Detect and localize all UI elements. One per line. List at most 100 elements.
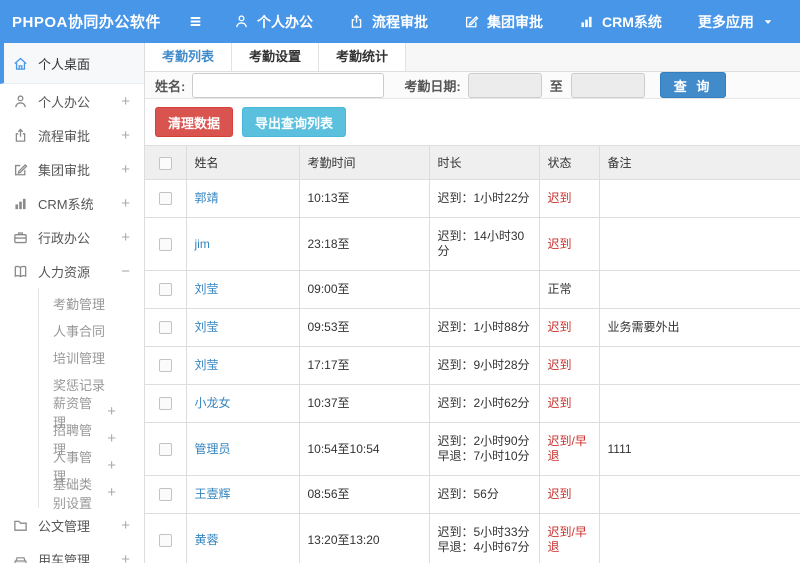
cell-status: 迟到 [538,179,600,218]
expand-icon[interactable]: + [121,93,130,110]
expand-icon[interactable]: + [121,161,130,178]
sidebar-item-label: 行政办公 [38,230,91,246]
expand-icon[interactable]: + [121,517,130,534]
cell-name: jim [185,217,300,271]
employee-name-link[interactable]: 管理员 [195,442,231,456]
name-input[interactable] [192,72,385,98]
employee-name-link[interactable]: 王壹辉 [195,487,231,501]
sidebar-item-personal-office[interactable]: 个人办公 + [0,84,144,118]
row-checkbox[interactable] [158,359,172,373]
row-checkbox[interactable] [158,533,172,547]
row-checkbox[interactable] [158,192,172,206]
nav-item-label: 更多应用 [697,13,754,30]
sidebar-item-document-management[interactable]: 公文管理 + [0,508,144,542]
cell-note [598,513,800,563]
sidebar-item-human-resources[interactable]: 人力资源 − [0,254,144,288]
tab-attendance-settings[interactable]: 考勤设置 [232,43,320,71]
sidebar-item-label: 用车管理 [38,552,91,563]
expand-icon[interactable]: + [121,229,130,246]
employee-name-link[interactable]: 刘莹 [195,320,219,334]
expand-icon[interactable]: + [121,127,130,144]
employee-name-link[interactable]: 黄蓉 [195,533,219,547]
expand-icon[interactable]: + [107,430,116,447]
status-text: 正常 [547,282,572,296]
sidebar-item-label: 人力资源 [38,264,91,280]
cell-duration: 迟到：2小时62分 [428,384,540,423]
export-list-button[interactable]: 导出查询列表 [242,107,347,137]
cell-name: 王壹辉 [185,475,300,514]
employee-name-link[interactable]: 郭靖 [195,191,219,205]
row-checkbox[interactable] [158,442,172,456]
row-checkbox[interactable] [158,237,172,251]
sidebar-subitem-training-management[interactable]: 培训管理 [39,344,144,371]
cell-attendance-time: 10:54至10:54 [298,422,430,476]
cell-checkbox [145,422,187,476]
cell-status: 迟到 [538,346,600,385]
sidebar-item-personal-desktop[interactable]: 个人桌面 [0,43,144,84]
expand-icon[interactable]: + [121,551,130,563]
status-text: 迟到 [547,191,572,205]
date-from-input[interactable] [467,72,542,98]
employee-name-link[interactable]: jim [195,237,210,251]
sidebar-item-vehicle-management[interactable]: 用车管理 + [0,542,144,563]
column-header: 姓名 [185,145,300,180]
sidebar-subitem-personnel-contract[interactable]: 人事合同 [39,317,144,344]
nav-item-crm-system[interactable]: CRM系统 [579,12,662,32]
cell-checkbox [145,270,187,309]
home-icon [13,56,28,71]
row-checkbox[interactable] [158,488,172,502]
expand-icon[interactable]: − [121,263,130,280]
expand-icon[interactable]: + [121,195,130,212]
employee-name-link[interactable]: 刘莹 [195,282,219,296]
nav-item-workflow-approval[interactable]: 流程审批 [349,12,428,32]
cell-name: 刘莹 [185,346,300,385]
cell-attendance-time: 17:17至 [298,346,430,385]
nav-item-group-approval[interactable]: 集团审批 [464,12,543,32]
row-checkbox[interactable] [158,321,172,335]
expand-icon[interactable]: + [107,403,116,420]
nav-item-personal-office[interactable]: 个人办公 [234,12,313,32]
sidebar-item-label: CRM系统 [38,196,94,212]
select-all-header-cell [145,145,187,180]
column-header: 考勤时间 [298,145,430,180]
sidebar-subitem-basic-category-settings[interactable]: 基础类别设置 + [39,477,144,511]
cell-attendance-time: 13:20至13:20 [298,513,430,563]
tab-attendance-list[interactable]: 考勤列表 [145,43,233,71]
query-button[interactable]: 查 询 [659,72,727,98]
sidebar-subitem-attendance-management[interactable]: 考勤管理 [39,290,144,317]
sidebar-item-group-approval[interactable]: 集团审批 + [0,152,144,186]
row-checkbox[interactable] [158,283,172,297]
expand-icon[interactable]: + [107,484,116,501]
sidebar-item-workflow-approval[interactable]: 流程审批 + [0,118,144,152]
table-row: 郭靖 10:13至 迟到：1小时22分 迟到 [145,179,800,218]
sidebar-item-admin-office[interactable]: 行政办公 + [0,220,144,254]
cell-checkbox [145,384,187,423]
sidebar-subitem-label: 考勤管理 [53,297,106,312]
cell-checkbox [145,513,187,563]
sidebar-item-crm-system[interactable]: CRM系统 + [0,186,144,220]
clean-data-button[interactable]: 清理数据 [155,107,234,137]
nav-item-label: CRM系统 [602,13,662,30]
nav-item-more-apps[interactable]: 更多应用 [698,12,774,32]
menu-icon [187,13,204,30]
expand-icon[interactable]: + [107,457,116,474]
column-header: 状态 [538,145,600,180]
sidebar-toggle-button[interactable] [172,13,218,30]
nav-item-label: 流程审批 [372,13,428,30]
cell-status: 迟到 [538,217,600,271]
approval-icon [13,162,28,177]
process-icon [349,14,364,29]
row-checkbox[interactable] [158,397,172,411]
action-bar: 清理数据 导出查询列表 [145,99,800,145]
date-label: 考勤日期: [404,78,461,94]
select-all-checkbox[interactable] [158,156,172,170]
car-icon [13,552,28,563]
tab-attendance-stats[interactable]: 考勤统计 [319,43,407,71]
cell-status: 迟到/早退 [538,422,600,476]
date-to-input[interactable] [570,72,645,98]
employee-name-link[interactable]: 刘莹 [195,358,219,372]
sidebar-item-label: 个人办公 [38,94,91,110]
employee-name-link[interactable]: 小龙女 [195,396,231,410]
cell-note [598,217,800,271]
sidebar: 个人桌面 个人办公 + 流程审批 + 集团审批 + CRM系统 + 行政办公 + 人力资源 − 考勤管理人… [0,43,145,563]
